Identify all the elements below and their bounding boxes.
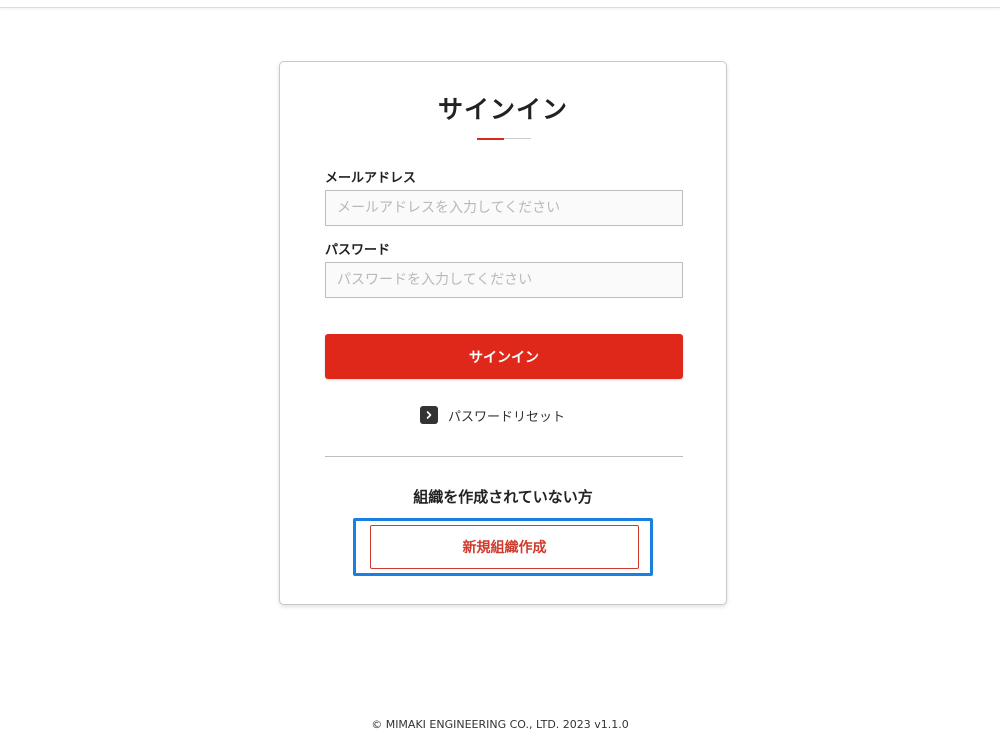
top-header-bar (0, 0, 1000, 8)
title-underline-accent (477, 137, 504, 140)
email-input[interactable] (325, 190, 683, 226)
chevron-right-icon (420, 406, 438, 424)
password-reset-label: パスワードリセット (448, 409, 566, 425)
footer-copyright: © MIMAKI ENGINEERING CO., LTD. 2023 v1.1… (371, 718, 629, 731)
password-input[interactable] (325, 262, 683, 298)
title-underline (477, 137, 531, 140)
section-divider (325, 456, 683, 457)
password-label: パスワード (325, 243, 391, 258)
create-org-heading: 組織を作成されていない方 (413, 488, 593, 506)
signin-button[interactable]: サインイン (325, 334, 683, 379)
page-title: サインイン (437, 95, 568, 124)
password-reset-link[interactable]: パスワードリセット (420, 406, 566, 425)
create-organization-button[interactable]: 新規組織作成 (370, 525, 639, 569)
email-label: メールアドレス (325, 171, 417, 186)
